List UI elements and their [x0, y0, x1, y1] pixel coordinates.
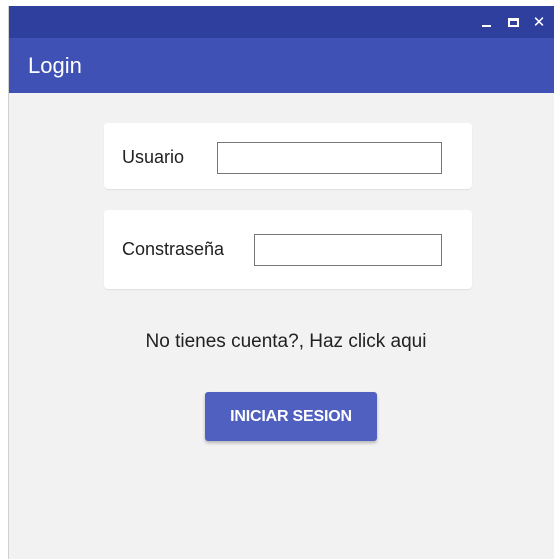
password-label: Constraseña: [122, 239, 225, 259]
username-card: Usuario: [104, 123, 472, 189]
window-titlebar[interactable]: ✕: [9, 6, 554, 38]
maximize-icon[interactable]: [501, 6, 525, 38]
app-bar: Login: [9, 38, 554, 93]
minimize-icon[interactable]: [474, 6, 498, 38]
password-input[interactable]: [254, 234, 442, 266]
username-label: Usuario: [122, 147, 185, 167]
login-button[interactable]: INICIAR SESION: [205, 392, 377, 441]
username-input[interactable]: [217, 142, 442, 174]
close-icon[interactable]: ✕: [527, 6, 551, 38]
password-card: Constraseña: [104, 210, 472, 289]
app-window: ✕ Login Usuario Constraseña No tienes cu…: [8, 6, 554, 559]
register-link[interactable]: No tienes cuenta?, Haz click aqui: [9, 331, 554, 353]
page-title: Login: [28, 52, 82, 78]
